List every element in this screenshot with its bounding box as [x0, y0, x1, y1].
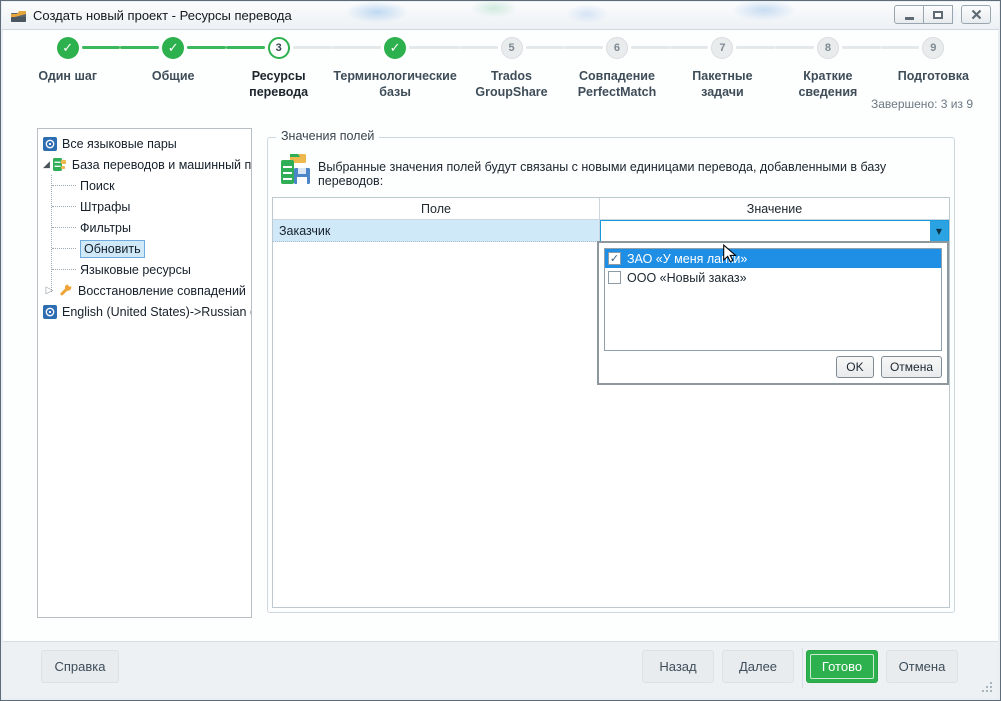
mouse-cursor — [722, 244, 737, 269]
tree-item-label: База переводов и машинный п — [72, 158, 251, 172]
wizard-step-1[interactable]: ✓ Один шаг — [15, 36, 120, 116]
finish-button[interactable]: Готово — [806, 650, 878, 683]
wizard-step-5[interactable]: 5 Trados GroupShare — [459, 36, 564, 116]
tree-item-language-resources[interactable]: Языковые ресурсы — [38, 259, 251, 280]
field-values-description: Выбранные значения полей будут связаны с… — [318, 160, 944, 188]
tree-item-match-repair[interactable]: ▷ Восстановление совпадений — [38, 280, 251, 301]
tree-item-penalties[interactable]: Штрафы — [38, 196, 251, 217]
step-label: Краткие сведения — [775, 68, 880, 101]
translation-memory-icon — [52, 157, 67, 172]
step-number: 5 — [501, 37, 523, 59]
value-dropdown-panel: ✓ ЗАО «У меня лапки» ООО «Новый заказ» O… — [597, 241, 949, 385]
back-button[interactable]: Назад — [642, 650, 714, 683]
wizard-step-8[interactable]: 8 Краткие сведения — [775, 36, 880, 116]
tree-item-label: Все языковые пары — [62, 137, 177, 151]
footer-bar: Справка Назад Далее Готово Отмена — [3, 641, 998, 698]
update-tm-icon — [280, 153, 312, 192]
chevron-down-icon: ▼ — [936, 227, 942, 236]
step-completed-icon: ✓ — [162, 37, 184, 59]
dropdown-option-list: ✓ ЗАО «У меня лапки» ООО «Новый заказ» — [604, 248, 942, 351]
wizard-step-7[interactable]: 7 Пакетные задачи — [670, 36, 775, 116]
maximize-button[interactable] — [923, 5, 953, 24]
field-value-cell: ▼ — [600, 220, 949, 242]
table-row[interactable]: Заказчик ▼ — [273, 220, 949, 242]
wizard-step-6[interactable]: 6 Совпадение PerfectMatch — [564, 36, 669, 116]
wizard-step-2[interactable]: ✓ Общие — [120, 36, 225, 116]
field-name-cell[interactable]: Заказчик — [273, 220, 600, 242]
maximize-icon — [933, 11, 943, 19]
step-label: Trados GroupShare — [459, 68, 564, 101]
step-number: 6 — [606, 37, 628, 59]
minimize-button[interactable] — [894, 5, 924, 24]
tree-item-label: Восстановление совпадений — [78, 284, 246, 298]
step-label: Общие — [120, 68, 225, 84]
step-completed-icon: ✓ — [384, 37, 406, 59]
wizard-stepper: ✓ Один шаг ✓ Общие 3 Ресурсы перевода ✓ … — [15, 36, 986, 116]
titlebar: Создать новый проект - Ресурсы перевода — [2, 2, 999, 30]
cancel-button[interactable]: Отмена — [886, 650, 958, 683]
step-label: Совпадение PerfectMatch — [564, 68, 669, 101]
step-label: Терминологические базы — [331, 68, 458, 101]
column-header-field: Поле — [273, 198, 600, 219]
step-label: Один шаг — [15, 68, 120, 84]
table-header: Поле Значение — [273, 198, 949, 220]
combobox-dropdown-button[interactable]: ▼ — [930, 221, 948, 241]
value-combobox[interactable]: ▼ — [600, 220, 949, 242]
step-number: 9 — [922, 37, 944, 59]
tree-item-search[interactable]: Поиск — [38, 175, 251, 196]
step-number: 8 — [817, 37, 839, 59]
tree-item-update-selected[interactable]: Обновить — [38, 238, 251, 259]
tree-item-label: Штрафы — [80, 200, 130, 214]
tree-item-label: Поиск — [80, 179, 115, 193]
help-button[interactable]: Справка — [41, 650, 119, 683]
dropdown-cancel-button[interactable]: Отмена — [881, 356, 942, 378]
language-pairs-icon — [43, 137, 57, 151]
app-window-icon — [10, 9, 28, 23]
step-completed-icon: ✓ — [57, 37, 79, 59]
minimize-icon — [905, 17, 914, 20]
step-label: Ресурсы перевода — [226, 68, 331, 101]
tree-item-language-pair-en-ru[interactable]: English (United States)->Russian (Ru — [38, 301, 251, 322]
wizard-step-4[interactable]: ✓ Терминологические базы — [331, 36, 458, 116]
expander-collapsed-icon[interactable]: ▷ — [43, 285, 56, 296]
dropdown-buttons: OK Отмена — [836, 356, 942, 378]
tree-item-label: English (United States)->Russian (Ru — [62, 305, 252, 319]
checkbox-checked-icon[interactable]: ✓ — [608, 252, 621, 265]
wizard-dialog: Создать новый проект - Ресурсы перевода … — [0, 0, 1001, 701]
dropdown-option-unchecked[interactable]: ООО «Новый заказ» — [605, 268, 941, 287]
progress-note: Завершено: 3 из 9 — [871, 97, 973, 111]
window-title: Создать новый проект - Ресурсы перевода — [33, 8, 292, 23]
resize-grip[interactable] — [990, 690, 992, 692]
step-number: 7 — [711, 37, 733, 59]
expander-expanded-icon[interactable]: ◢ — [43, 160, 50, 170]
column-header-value: Значение — [600, 198, 949, 219]
window-controls — [895, 5, 991, 24]
groupbox-title: Значения полей — [276, 129, 379, 143]
ok-button[interactable]: OK — [836, 356, 874, 378]
step-label: Пакетные задачи — [670, 68, 775, 101]
wizard-step-3-current[interactable]: 3 Ресурсы перевода — [226, 36, 331, 116]
tree-item-label: Языковые ресурсы — [80, 263, 191, 277]
step-number: 3 — [268, 37, 290, 59]
language-pair-icon — [43, 305, 57, 319]
footer-separator — [802, 648, 803, 688]
next-button[interactable]: Далее — [722, 650, 794, 683]
step-label: Подготовка — [881, 68, 986, 84]
tree-item-all-language-pairs[interactable]: Все языковые пары — [38, 133, 251, 154]
wrench-icon — [58, 283, 73, 298]
dropdown-option-checked[interactable]: ✓ ЗАО «У меня лапки» — [605, 249, 941, 268]
close-button[interactable] — [961, 5, 991, 24]
tree-item-translation-memory[interactable]: ◢ База переводов и машинный п — [38, 154, 251, 175]
tree-item-filters[interactable]: Фильтры — [38, 217, 251, 238]
option-label: ООО «Новый заказ» — [627, 271, 747, 285]
tree-item-label: Фильтры — [80, 221, 131, 235]
combobox-value[interactable] — [601, 221, 930, 241]
close-icon — [971, 9, 982, 20]
checkbox-unchecked-icon[interactable] — [608, 271, 621, 284]
tree-item-label-selected: Обновить — [80, 240, 145, 258]
settings-tree: Все языковые пары ◢ База переводов и маш… — [37, 128, 252, 618]
